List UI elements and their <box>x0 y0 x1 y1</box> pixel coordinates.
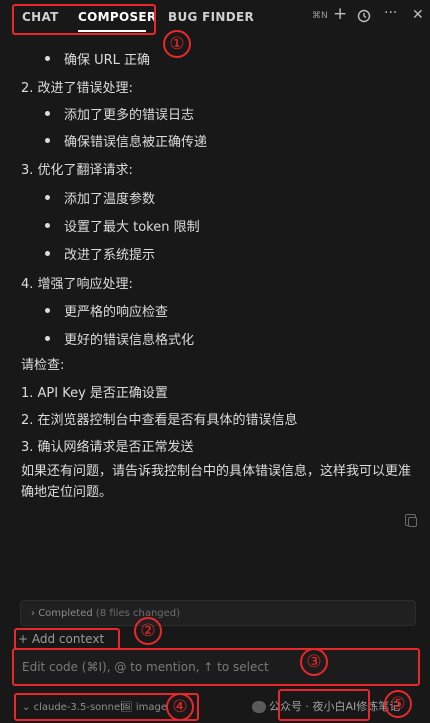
copy-icon[interactable] <box>405 514 417 527</box>
bullet-dot <box>45 336 50 341</box>
wechat-icon <box>252 701 266 713</box>
plus-icon[interactable]: + <box>333 6 347 23</box>
chevron-right-icon: › <box>31 608 35 619</box>
check-item: 1. API Key 是否正确设置 <box>21 386 168 401</box>
new-shortcut-label: ⌘N <box>312 11 328 21</box>
bullet-dot <box>45 223 50 228</box>
list-item: 更严格的响应检查 <box>64 305 169 320</box>
bullet-dot <box>45 138 50 143</box>
annotation-box-tabs <box>12 4 156 35</box>
bullet-dot <box>45 308 50 313</box>
check-item: 2. 在浏览器控制台中查看是否有具体的错误信息 <box>21 413 298 428</box>
close-icon[interactable]: ✕ <box>412 8 424 22</box>
more-icon[interactable]: ··· <box>384 6 397 20</box>
bullet-dot <box>45 111 50 116</box>
completed-status-bar[interactable]: › Completed (8 files changed) <box>20 600 416 626</box>
list-item: 设置了最大 token 限制 <box>64 220 200 235</box>
tab-bug-finder[interactable]: BUG FINDER <box>168 10 254 24</box>
bullet-dot <box>45 251 50 256</box>
annotation-marker-3: ③ <box>300 648 328 676</box>
bullet-dot <box>45 56 50 61</box>
history-icon[interactable] <box>357 9 371 26</box>
list-item: 改进了系统提示 <box>64 248 156 263</box>
annotation-marker-5: ⑤ <box>384 690 412 718</box>
bullet-dot <box>45 195 50 200</box>
list-item: 更好的错误信息格式化 <box>64 333 195 348</box>
list-item: 确保错误信息被正确传递 <box>64 135 208 150</box>
annotation-marker-2: ② <box>134 617 162 645</box>
completed-label: Completed <box>38 608 93 619</box>
list-item-heading: 4. 增强了响应处理: <box>21 277 133 292</box>
annotation-box-input <box>12 648 420 686</box>
list-item-heading: 3. 优化了翻译请求: <box>21 163 133 178</box>
list-item: 添加了温度参数 <box>64 192 156 207</box>
files-changed-count: (8 files changed) <box>95 608 181 619</box>
section-label: 请检查: <box>21 358 65 373</box>
list-item-heading: 2. 改进了错误处理: <box>21 81 133 96</box>
add-context-button[interactable]: + Add context <box>18 632 104 648</box>
closing-paragraph: 如果还有问题，请告诉我控制台中的具体错误信息，这样我可以更准确地定位问题。 <box>21 464 412 500</box>
annotation-box-submit <box>278 689 370 721</box>
annotation-marker-4: ④ <box>166 693 194 721</box>
list-item: 添加了更多的错误日志 <box>64 108 195 123</box>
annotation-marker-1: ① <box>163 30 191 58</box>
check-item: 3. 确认网络请求是否正常发送 <box>21 440 194 455</box>
list-item: 确保 URL 正确 <box>64 53 151 68</box>
